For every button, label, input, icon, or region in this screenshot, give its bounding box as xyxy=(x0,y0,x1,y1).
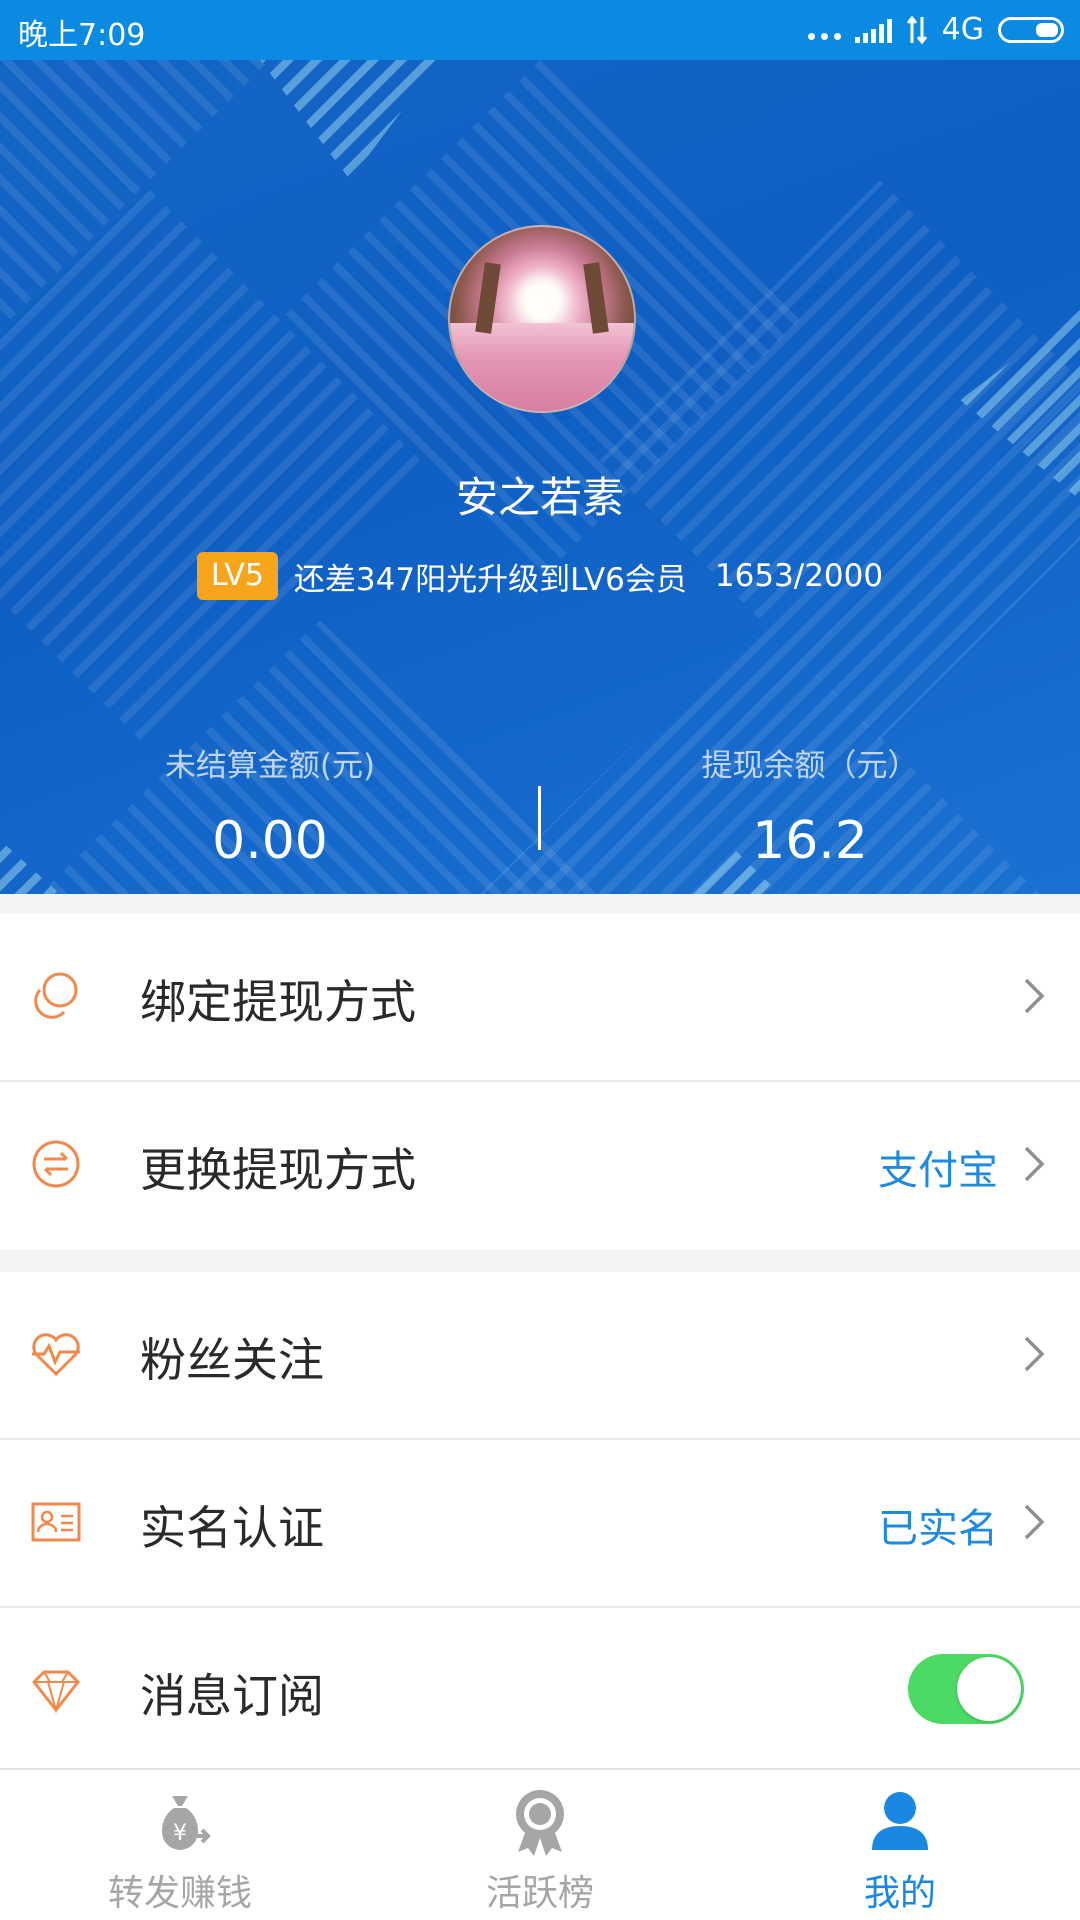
chevron-right-icon xyxy=(1024,1146,1045,1182)
money-bag-icon: ¥ xyxy=(161,1796,211,1850)
unsettled-label: 未结算金额(元) xyxy=(164,748,376,784)
battery-icon xyxy=(998,17,1064,43)
medal-icon xyxy=(516,1790,564,1856)
withdraw-settings-group: 绑定提现方式 更换提现方式 支付宝 xyxy=(0,914,1080,1250)
signal-icon xyxy=(854,17,892,43)
stat-divider xyxy=(538,786,541,850)
chevron-right-icon xyxy=(1024,1336,1045,1372)
change-withdraw-method-label: 更换提现方式 xyxy=(140,1143,416,1197)
withdrawable-label: 提现余额（元） xyxy=(701,748,919,784)
id-card-icon xyxy=(31,1502,81,1542)
tab-mine-label: 我的 xyxy=(863,1873,936,1914)
bottom-nav: ¥ 转发赚钱 活跃榜 我的 xyxy=(0,1768,1080,1920)
withdrawable-value: 16.2 xyxy=(752,811,868,871)
fans-follow-label: 粉丝关注 xyxy=(140,1333,324,1387)
unsettled-amount: 未结算金额(元) 0.00 xyxy=(70,740,470,871)
tab-activity-rank-label: 活跃榜 xyxy=(485,1873,594,1914)
toggle-knob xyxy=(957,1657,1021,1721)
level-badge: LV5 xyxy=(196,552,278,600)
diamond-icon xyxy=(31,1670,81,1714)
avatar[interactable] xyxy=(448,225,636,413)
tab-activity-rank[interactable]: 活跃榜 xyxy=(360,1770,720,1920)
chevron-right-icon xyxy=(1024,1504,1045,1540)
level-info: LV5 还差347阳光升级到LV6会员 1653/2000 xyxy=(0,552,1080,600)
tab-mine[interactable]: 我的 xyxy=(720,1770,1080,1920)
message-subscription-label: 消息订阅 xyxy=(140,1669,324,1723)
tab-share-earn-label: 转发赚钱 xyxy=(107,1873,252,1914)
chevron-right-icon xyxy=(1024,978,1045,1014)
network-type: 4G xyxy=(941,12,984,47)
section-gap xyxy=(0,1250,1080,1272)
change-withdraw-method-row[interactable]: 更换提现方式 支付宝 xyxy=(0,1082,1080,1250)
bind-withdraw-method-row[interactable]: 绑定提现方式 xyxy=(0,914,1080,1082)
real-name-auth-row[interactable]: 实名认证 已实名 xyxy=(0,1440,1080,1608)
real-name-auth-status: 已实名 xyxy=(878,1506,998,1552)
withdraw-method-value: 支付宝 xyxy=(878,1148,998,1194)
tab-share-earn[interactable]: ¥ 转发赚钱 xyxy=(0,1770,360,1920)
message-subscription-row: 消息订阅 xyxy=(0,1608,1080,1764)
switch-icon xyxy=(32,1140,80,1188)
status-bar: 晚上7:09 4G xyxy=(0,0,1080,60)
heart-pulse-icon xyxy=(32,1333,80,1377)
level-hint: 还差347阳光升级到LV6会员 xyxy=(293,561,687,598)
data-transfer-icon xyxy=(906,15,927,45)
fans-follow-row[interactable]: 粉丝关注 xyxy=(0,1272,1080,1440)
more-notifications-icon xyxy=(807,20,841,40)
real-name-auth-label: 实名认证 xyxy=(140,1501,324,1555)
unsettled-value: 0.00 xyxy=(212,811,328,871)
username: 安之若素 xyxy=(455,473,624,522)
account-settings-group: 粉丝关注 实名认证 已实名 消息订阅 xyxy=(0,1272,1080,1764)
bind-withdraw-method-label: 绑定提现方式 xyxy=(140,975,416,1029)
bind-icon xyxy=(34,972,78,1019)
status-time: 晚上7:09 xyxy=(18,18,146,53)
section-gap xyxy=(0,894,1080,914)
person-icon xyxy=(872,1792,928,1850)
svg-text:¥: ¥ xyxy=(173,1821,187,1846)
withdrawable-balance[interactable]: 提现余额（元） 16.2 xyxy=(610,740,1010,871)
status-indicators: 4G xyxy=(807,12,1064,48)
profile-header: 安之若素 LV5 还差347阳光升级到LV6会员 1653/2000 未结算金额… xyxy=(0,60,1080,894)
level-progress: 1653/2000 xyxy=(714,558,884,594)
message-subscription-toggle[interactable] xyxy=(908,1654,1024,1724)
